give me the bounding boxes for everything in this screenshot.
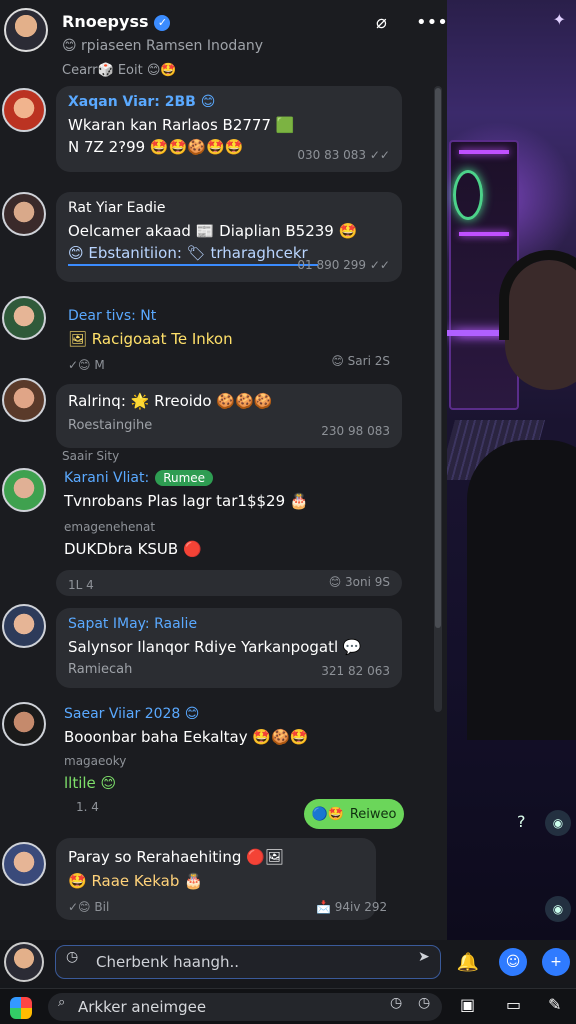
user-avatar[interactable] [4,942,44,982]
message-author: Xaqan Viar: 2BB 😊 [68,94,216,110]
chat-header: Rnoepyss ✓ 😊 rpiaseen Ramsen Inodany Cear… [0,0,448,84]
message-bubble[interactable]: Sapat IMay: Raalie Salynsor Ilanqor Rdiy… [56,608,402,688]
help-icon[interactable]: ? [517,812,526,831]
timer-icon[interactable]: ◷ [390,995,402,1011]
message-timestamp: 030 83 083 ✓✓ [297,148,390,162]
clock-icon[interactable]: ◷ [66,949,78,965]
message-bubble[interactable]: Ralrinq: 🌟 Rreoido 🍪🍪🍪 Roestaingihe 230 … [56,384,402,448]
reaction-label: Reiweo [349,806,397,822]
message-author: Rat Yiar Eadie [68,200,166,216]
role-tag: Rumee [155,470,214,486]
avatar[interactable] [2,604,46,648]
reaction-pill[interactable]: 🔵🤩 Reiweo [304,799,404,829]
avatar[interactable] [2,88,46,132]
verified-icon: ✓ [154,15,171,31]
search-input[interactable]: Arkker aneimgee [48,993,442,1021]
globe-icon-2[interactable]: ◉ [545,896,571,922]
message-bubble[interactable]: Xaqan Viar: 2BB 😊 Wkaran kan Rarlaos B27… [56,86,402,172]
message-text: Tvnrobans Plas lagr tar1$$29 🎂 [64,492,309,510]
message-text: Oelcamer akaad 📰 Diaplian B5239 🤩 [68,222,358,240]
pc-fan [453,170,483,220]
message-context: Saair Sity [62,449,120,463]
message-author: Sapat IMay: Raalie [68,616,198,632]
message-reactions: ✓😊 Bil [68,900,110,914]
channel-avatar[interactable] [4,8,48,52]
send-icon[interactable]: ➤ [418,949,430,965]
message-bubble[interactable]: Dear tivs: Nt 🖼 Racigoaat Te Inkon ✓😊 M … [56,300,402,378]
message-text: Paray so Rerahaehiting 🔴🖼 [68,848,284,866]
more-icon[interactable]: ••• [416,12,448,33]
message-timestamp: 321 82 063 [321,664,390,678]
search-icon: ⌕ [58,995,66,1010]
message-text: 🖼 Racigoaat Te Inkon [68,330,233,348]
app-launcher-icon[interactable] [10,997,32,1019]
composer-bar: Cherbenk haangh.. ◷ ➤ 🔔 ☺ + [0,940,576,984]
stream-video-panel[interactable]: ✦ ? ◉ ◉ [447,0,576,940]
globe-icon[interactable]: ◉ [545,810,571,836]
scrollbar[interactable] [434,86,442,712]
avatar[interactable] [2,842,46,886]
message-reactions: 1L 4 [68,578,94,592]
add-icon[interactable]: + [542,948,570,976]
chat-icon[interactable]: ▭ [506,995,521,1014]
message-link[interactable]: 😊 Ebstanitiion: 🏷 trharaghcekr [68,244,318,266]
streamer-body [467,440,576,740]
message-input[interactable]: Cherbenk haangh.. [55,945,441,979]
avatar[interactable] [2,468,46,512]
message-text: Wkaran kan Rarlaos B2777 🟩 [68,116,295,134]
message-text: 🤩 Raae Kekab 🎂 [68,872,203,890]
avatar[interactable] [2,296,46,340]
message-text: Salynsor Ilanqor Rdiye Yarkanpogatl 💬 [68,638,362,656]
emoji-icon[interactable]: ☺ [499,948,527,976]
avatar[interactable] [2,378,46,422]
clock-icon-2[interactable]: ◷ [418,995,430,1011]
avatar[interactable] [2,702,46,746]
message-footer: 1L 4 😊 3oni 9S [56,570,402,596]
compose-icon[interactable]: ✎ [548,995,561,1014]
message-timestamp: 230 98 083 [321,424,390,438]
chat-panel: Rnoepyss ✓ 😊 rpiaseen Ramsen Inodany Cear… [0,0,448,940]
avatar[interactable] [2,192,46,236]
channel-subtitle-2: Cearr🎲 Eoit 😊🤩 [62,63,177,78]
bell-icon[interactable]: 🔔 [454,948,482,976]
message-author: Ralrinq: 🌟 Rreoido 🍪🍪🍪 [68,392,273,410]
message-bubble[interactable]: Rat Yiar Eadie Oelcamer akaad 📰 Diaplian… [56,192,402,282]
channel-title: Rnoepyss ✓ [62,12,171,31]
message-author: Dear tivs: Nt [68,308,157,324]
image-icon[interactable]: ▣ [460,995,475,1014]
bottom-bar: Arkker aneimgee ⌕ ◷ ◷ ▣ ▭ ✎ [0,988,576,1024]
chat-app: ✦ ? ◉ ◉ Rnoepyss ✓ 😊 rpiaseen Ramsen Inod… [0,0,576,1024]
message-text: DUKDbra KSUB 🔴 [64,540,202,558]
channel-subtitle: 😊 rpiaseen Ramsen Inodany [62,38,264,54]
message-author: Saear Viiar 2028 😊 [64,706,200,722]
message-timestamp: 😊 Sari 2S [331,354,390,368]
message-timestamp: 01 890 299 ✓✓ [297,258,390,272]
message-text: Booonbar baha Eekaltay 🤩🍪🤩 [64,728,309,746]
sparkle-icon: ✦ [552,10,566,29]
message-author: Karani Vliat: Rumee [64,470,404,486]
message-timestamp: 😊 3oni 9S [328,575,390,589]
message-timestamp: 📩 94iv 292 [316,900,388,914]
message-text: emagenehenat [64,520,156,534]
link-icon[interactable]: ⌀ [376,12,387,33]
message-subtext: magaeoky [64,754,127,768]
scrollbar-thumb[interactable] [435,88,441,628]
reaction-icon: 🔵🤩 [311,806,344,822]
message-text: lltile 😊 [64,774,117,792]
